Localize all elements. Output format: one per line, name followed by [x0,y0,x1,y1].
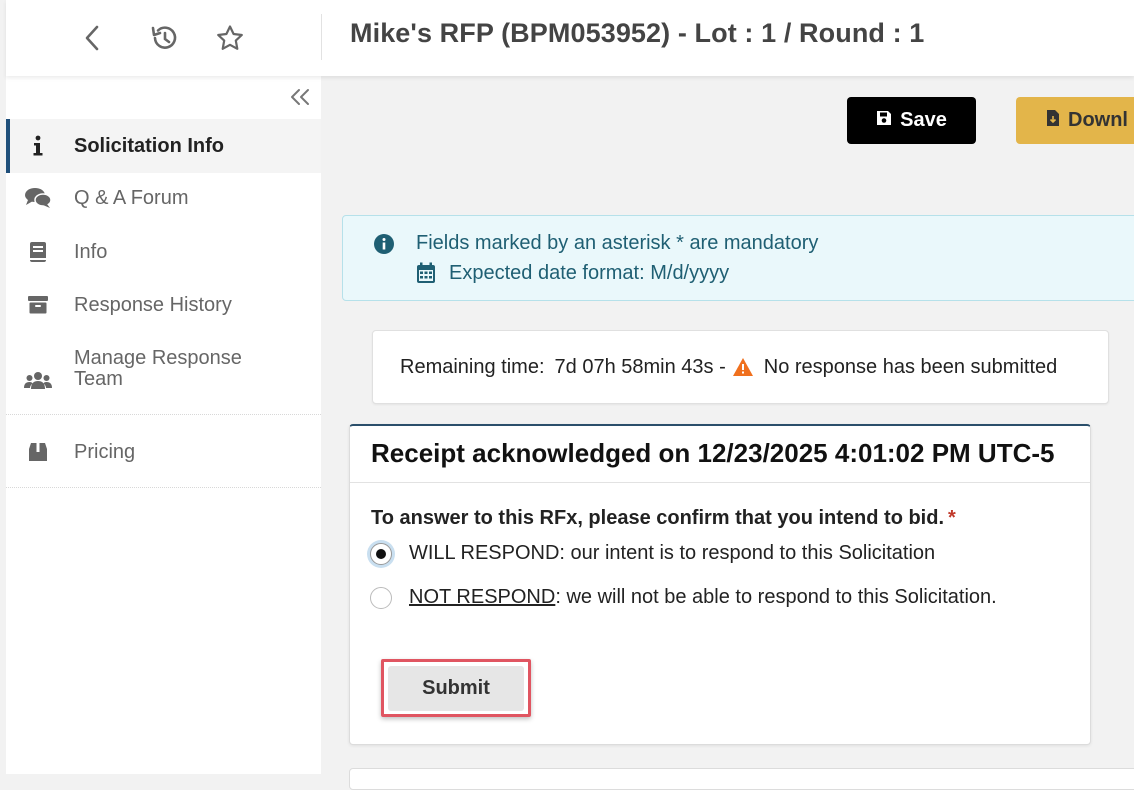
card-header: Receipt acknowledged on 12/23/2025 4:01:… [350,426,1090,483]
submission-status: No response has been submitted [763,355,1058,378]
next-section-card [349,768,1134,790]
option-key: WILL RESPOND [409,542,560,564]
users-icon [24,368,52,392]
bid-intent-question: To answer to this RFx, please confirm th… [371,507,956,530]
required-asterisk: * [948,507,956,529]
calendar-icon [416,262,436,289]
remaining-time-panel: Remaining time: 7d 07h 58min 43s - No re… [372,330,1109,404]
download-label: Downl [1068,109,1128,131]
sidebar-item-label: Manage Response Team [74,347,242,390]
sidebar-item-label: Response History [74,293,232,316]
warning-icon [732,357,754,377]
will-respond-option[interactable]: WILL RESPOND: our intent is to respond t… [370,542,935,565]
page-title: Mike's RFP (BPM053952) - Lot : 1 / Round… [350,18,925,48]
will-respond-radio[interactable] [370,542,392,565]
star-icon[interactable] [214,22,246,54]
sidebar-item-info[interactable]: Info [6,227,321,277]
sidebar-item-label: Info [74,240,108,263]
submit-button[interactable]: Submit [388,666,524,711]
sidebar-item-label: Q & A Forum [74,186,189,209]
save-label: Save [900,109,947,131]
archive-icon [24,293,52,317]
sidebar-item-manage-response-team[interactable]: Manage Response Team [6,342,321,402]
sidebar-item-solicitation-info[interactable]: Solicitation Info [6,119,321,173]
not-respond-option[interactable]: NOT RESPOND: we will not be able to resp… [370,586,997,609]
sidebar-item-label: Solicitation Info [74,134,224,157]
receipt-acknowledged-title: Receipt acknowledged on 12/23/2025 4:01:… [371,438,1055,468]
info-circle-icon [373,233,395,260]
sidebar-divider [6,487,321,489]
sidebar: Solicitation Info Q & A Forum Info Respo… [6,76,321,774]
collapse-sidebar-icon[interactable] [286,85,314,109]
bid-intent-card: Receipt acknowledged on 12/23/2025 4:01:… [349,424,1091,745]
info-icon [24,134,52,158]
history-icon[interactable] [148,22,180,54]
sidebar-divider [6,414,321,416]
save-icon [876,109,892,132]
option-text: : our intent is to respond to this Solic… [559,542,936,564]
not-respond-radio[interactable] [370,586,392,609]
sidebar-item-qa-forum[interactable]: Q & A Forum [6,173,321,223]
remaining-time-value: 7d 07h 58min 43s - [554,355,726,378]
question-text: To answer to this RFx, please confirm th… [371,507,945,529]
book-icon [24,240,52,264]
active-indicator [6,119,10,173]
sidebar-item-response-history[interactable]: Response History [6,280,321,330]
info-notice: Fields marked by an asterisk * are manda… [342,215,1134,301]
header-divider [321,14,322,60]
sidebar-item-label: Pricing [74,440,136,463]
remaining-time-label: Remaining time: [400,355,545,378]
download-button[interactable]: Downl [1016,97,1134,144]
save-button[interactable]: Save [847,97,976,144]
sidebar-item-pricing[interactable]: Pricing [6,427,321,477]
back-chevron-icon[interactable] [76,22,108,54]
file-download-icon [1046,109,1060,133]
comments-icon [24,186,52,210]
option-key: NOT RESPOND [409,586,556,608]
date-format-text: Expected date format: M/d/yyyy [449,262,730,284]
mandatory-fields-text: Fields marked by an asterisk * are manda… [416,232,819,254]
option-text: : we will not be able to respond to this… [555,586,997,608]
top-bar: Mike's RFP (BPM053952) - Lot : 1 / Round… [6,0,1134,76]
box-icon [24,440,52,464]
